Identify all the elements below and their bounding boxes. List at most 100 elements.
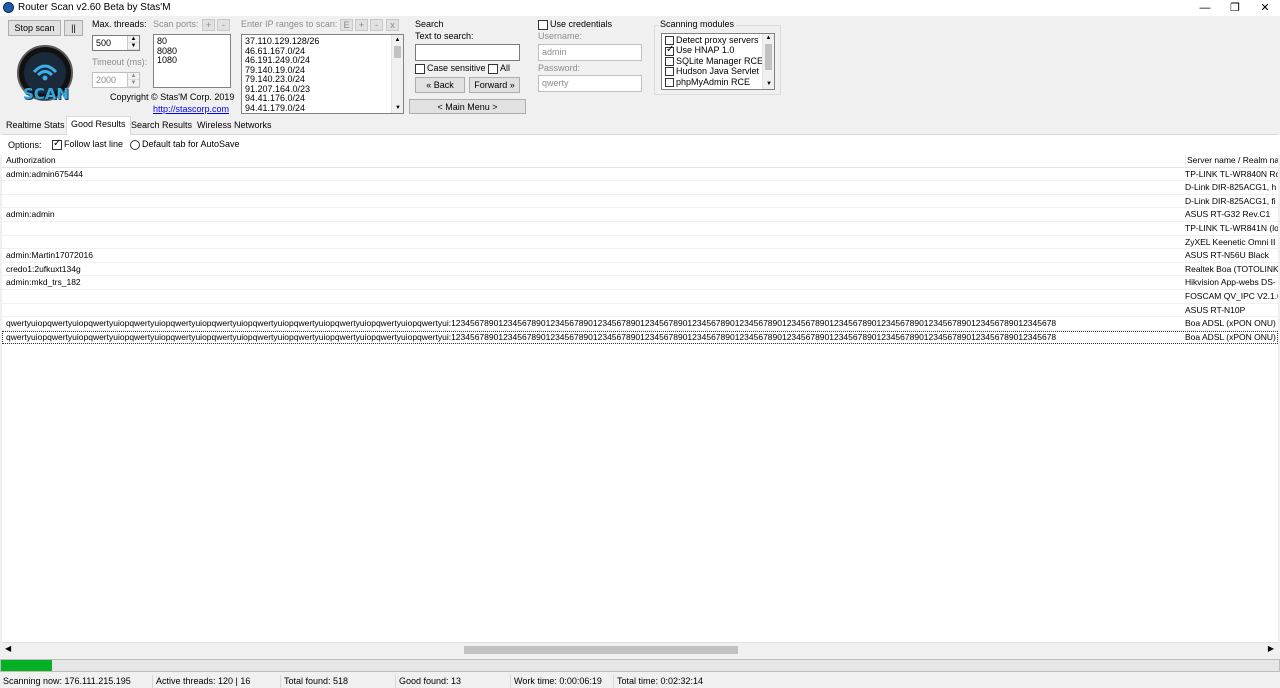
table-row[interactable]: D-Link DIR-825ACG1, h: [2, 181, 1278, 195]
minimize-button[interactable]: —: [1190, 0, 1220, 16]
status-work-time: Work time: 0:00:06:19: [511, 675, 614, 688]
add-port-button[interactable]: +: [202, 19, 215, 31]
results-hscrollbar[interactable]: ◀ ▶: [2, 642, 1278, 656]
use-credentials-checkbox[interactable]: Use credentials: [538, 19, 612, 30]
status-scanning-now: Scanning now: 176.111.215.195: [0, 675, 153, 688]
main-menu-button[interactable]: < Main Menu >: [409, 99, 526, 114]
module-item[interactable]: phpMyAdmin RCE: [662, 77, 774, 87]
search-forward-button[interactable]: Forward »: [469, 77, 520, 93]
follow-last-line-box[interactable]: [52, 138, 62, 150]
module-label: Hudson Java Servlet: [676, 66, 760, 77]
module-item[interactable]: Hudson Java Servlet: [662, 66, 774, 77]
default-tab-radio-button[interactable]: [130, 139, 140, 150]
case-sensitive-box[interactable]: [415, 63, 425, 74]
ip-ranges-label: Enter IP ranges to scan:: [241, 19, 338, 29]
cell-server-name: ASUS RT-N10P: [1185, 304, 1246, 315]
ports-list[interactable]: 80 8080 1080: [153, 34, 231, 88]
modules-list[interactable]: Detect proxy serversUse HNAP 1.0SQLite M…: [661, 33, 775, 90]
table-row[interactable]: admin:Martin17072016 ASUS RT-N56U Black: [2, 249, 1278, 263]
tab-good-results[interactable]: Good Results: [66, 116, 131, 135]
use-credentials-box[interactable]: [538, 19, 548, 30]
max-threads-input[interactable]: 500 ▲ ▼: [92, 35, 140, 51]
clear-ranges-button[interactable]: x: [386, 19, 399, 31]
table-row[interactable]: TP-LINK TL-WR841N (lo: [2, 222, 1278, 236]
table-row[interactable]: ASUS RT-N10P: [2, 304, 1278, 318]
table-row[interactable]: admin:admin675444 TP-LINK TL-WR840N Rc: [2, 168, 1278, 182]
cell-server-name: D-Link DIR-825ACG1, fi: [1185, 195, 1276, 206]
port-item[interactable]: 1080: [154, 55, 230, 66]
maximize-button[interactable]: ❐: [1220, 0, 1250, 16]
case-sensitive-checkbox[interactable]: Case sensitive: [415, 63, 486, 74]
module-checkbox[interactable]: [665, 56, 674, 66]
search-group-label: Search: [415, 19, 444, 29]
module-item[interactable]: SQLite Manager RCE: [662, 56, 774, 66]
scroll-right-icon[interactable]: ▶: [1268, 644, 1274, 653]
edit-ranges-button[interactable]: E: [340, 19, 353, 31]
module-item[interactable]: Use HNAP 1.0: [662, 45, 774, 56]
tab-realtime-stats[interactable]: Realtime Stats: [2, 118, 69, 134]
status-active-threads: Active threads: 120 | 16: [153, 675, 281, 688]
username-input[interactable]: admin: [538, 44, 642, 61]
password-input[interactable]: qwerty: [538, 75, 642, 92]
column-authorization[interactable]: Authorization: [6, 155, 1182, 165]
table-row[interactable]: D-Link DIR-825ACG1, fi: [2, 195, 1278, 209]
add-range-button[interactable]: +: [355, 19, 368, 31]
results-table: Authorization Server name / Realm na adm…: [2, 154, 1278, 642]
tab-search-results[interactable]: Search Results: [127, 118, 196, 134]
cell-server-name: Boa ADSL (xPON ONU): [1185, 331, 1276, 342]
search-back-button[interactable]: « Back: [415, 77, 465, 93]
table-row[interactable]: FOSCAM QV_IPC V2.1.0: [2, 290, 1278, 304]
ip-range-item[interactable]: 94.41.179.0/24: [242, 103, 403, 114]
app-icon: [3, 2, 14, 13]
cell-server-name: Hikvision App-webs DS-: [1185, 277, 1276, 288]
ip-ranges-list[interactable]: 37.110.129.128/26 46.61.167.0/24 46.191.24…: [241, 34, 404, 114]
window-title: Router Scan v2.60 Beta by Stas'M: [18, 2, 171, 13]
cell-server-name: ASUS RT-G32 Rev.C1: [1185, 209, 1271, 220]
scroll-left-icon[interactable]: ◀: [5, 644, 11, 653]
module-checkbox[interactable]: [665, 45, 674, 56]
hscroll-thumb[interactable]: [464, 646, 738, 654]
cell-server-name: TP-LINK TL-WR841N (lo: [1185, 223, 1278, 233]
module-label: Use HNAP 1.0: [676, 45, 735, 56]
ip-ranges-scrollbar[interactable]: ▲ ▼: [391, 35, 403, 113]
cell-authorization: admin:Martin17072016: [6, 250, 93, 261]
pause-button[interactable]: ||: [64, 20, 83, 36]
logo-text: SCAN: [23, 85, 69, 103]
module-checkbox[interactable]: [665, 77, 674, 87]
column-server-name[interactable]: Server name / Realm na: [1185, 155, 1278, 165]
status-total-found: Total found: 518: [281, 675, 396, 688]
table-row[interactable]: credo1:2ufkuxt134g Realtek Boa (TOTOLINK: [2, 263, 1278, 277]
max-threads-spinner[interactable]: ▲ ▼: [127, 36, 139, 50]
timeout-spinner[interactable]: ▲ ▼: [127, 73, 139, 87]
stascorp-link[interactable]: http://stascorp.com: [153, 104, 229, 114]
table-row[interactable]: qwertyuiopqwertyuiopqwertyuiopqwertyuiop…: [2, 317, 1278, 331]
scan-progress-bar: [0, 659, 1280, 672]
default-tab-radio[interactable]: Default tab for AutoSave: [130, 139, 240, 150]
search-input[interactable]: [415, 44, 520, 61]
follow-last-line-checkbox[interactable]: Follow last line: [52, 138, 123, 150]
module-checkbox[interactable]: [665, 67, 674, 77]
table-row[interactable]: admin:admin ASUS RT-G32 Rev.C1: [2, 208, 1278, 222]
cell-authorization: qwertyuiopqwertyuiopqwertyuiopqwertyuiop…: [6, 318, 1057, 329]
module-label: Detect proxy servers: [676, 35, 759, 45]
remove-port-button[interactable]: -: [217, 19, 230, 31]
remove-range-button[interactable]: -: [370, 19, 383, 31]
cell-authorization: admin:mkd_trs_182: [6, 277, 81, 288]
table-row[interactable]: qwertyuiopqwertyuiopqwertyuiopqwertyuiop…: [2, 330, 1278, 345]
table-row[interactable]: ZyXEL Keenetic Omni II: [2, 236, 1278, 250]
modules-label: Scanning modules: [658, 19, 737, 29]
timeout-input[interactable]: 2000 ▲ ▼: [92, 72, 140, 88]
search-all-box[interactable]: [488, 63, 498, 74]
cell-server-name: Boa ADSL (xPON ONU): [1185, 318, 1276, 329]
table-row[interactable]: admin:mkd_trs_182 Hikvision App-webs DS-: [2, 276, 1278, 290]
modules-scrollbar[interactable]: ▲ ▼: [762, 34, 774, 89]
scan-progress-fill: [1, 660, 53, 671]
status-total-time: Total time: 0:02:32:14: [617, 676, 704, 686]
module-label: SQLite Manager RCE: [676, 55, 764, 66]
cell-server-name: D-Link DIR-825ACG1, h: [1185, 182, 1277, 193]
close-button[interactable]: ✕: [1250, 0, 1280, 16]
module-item[interactable]: Detect proxy servers: [662, 35, 774, 46]
tab-wireless-networks[interactable]: Wireless Networks: [193, 118, 276, 134]
search-all-checkbox[interactable]: All: [488, 63, 510, 74]
stop-scan-button[interactable]: Stop scan: [8, 20, 61, 36]
